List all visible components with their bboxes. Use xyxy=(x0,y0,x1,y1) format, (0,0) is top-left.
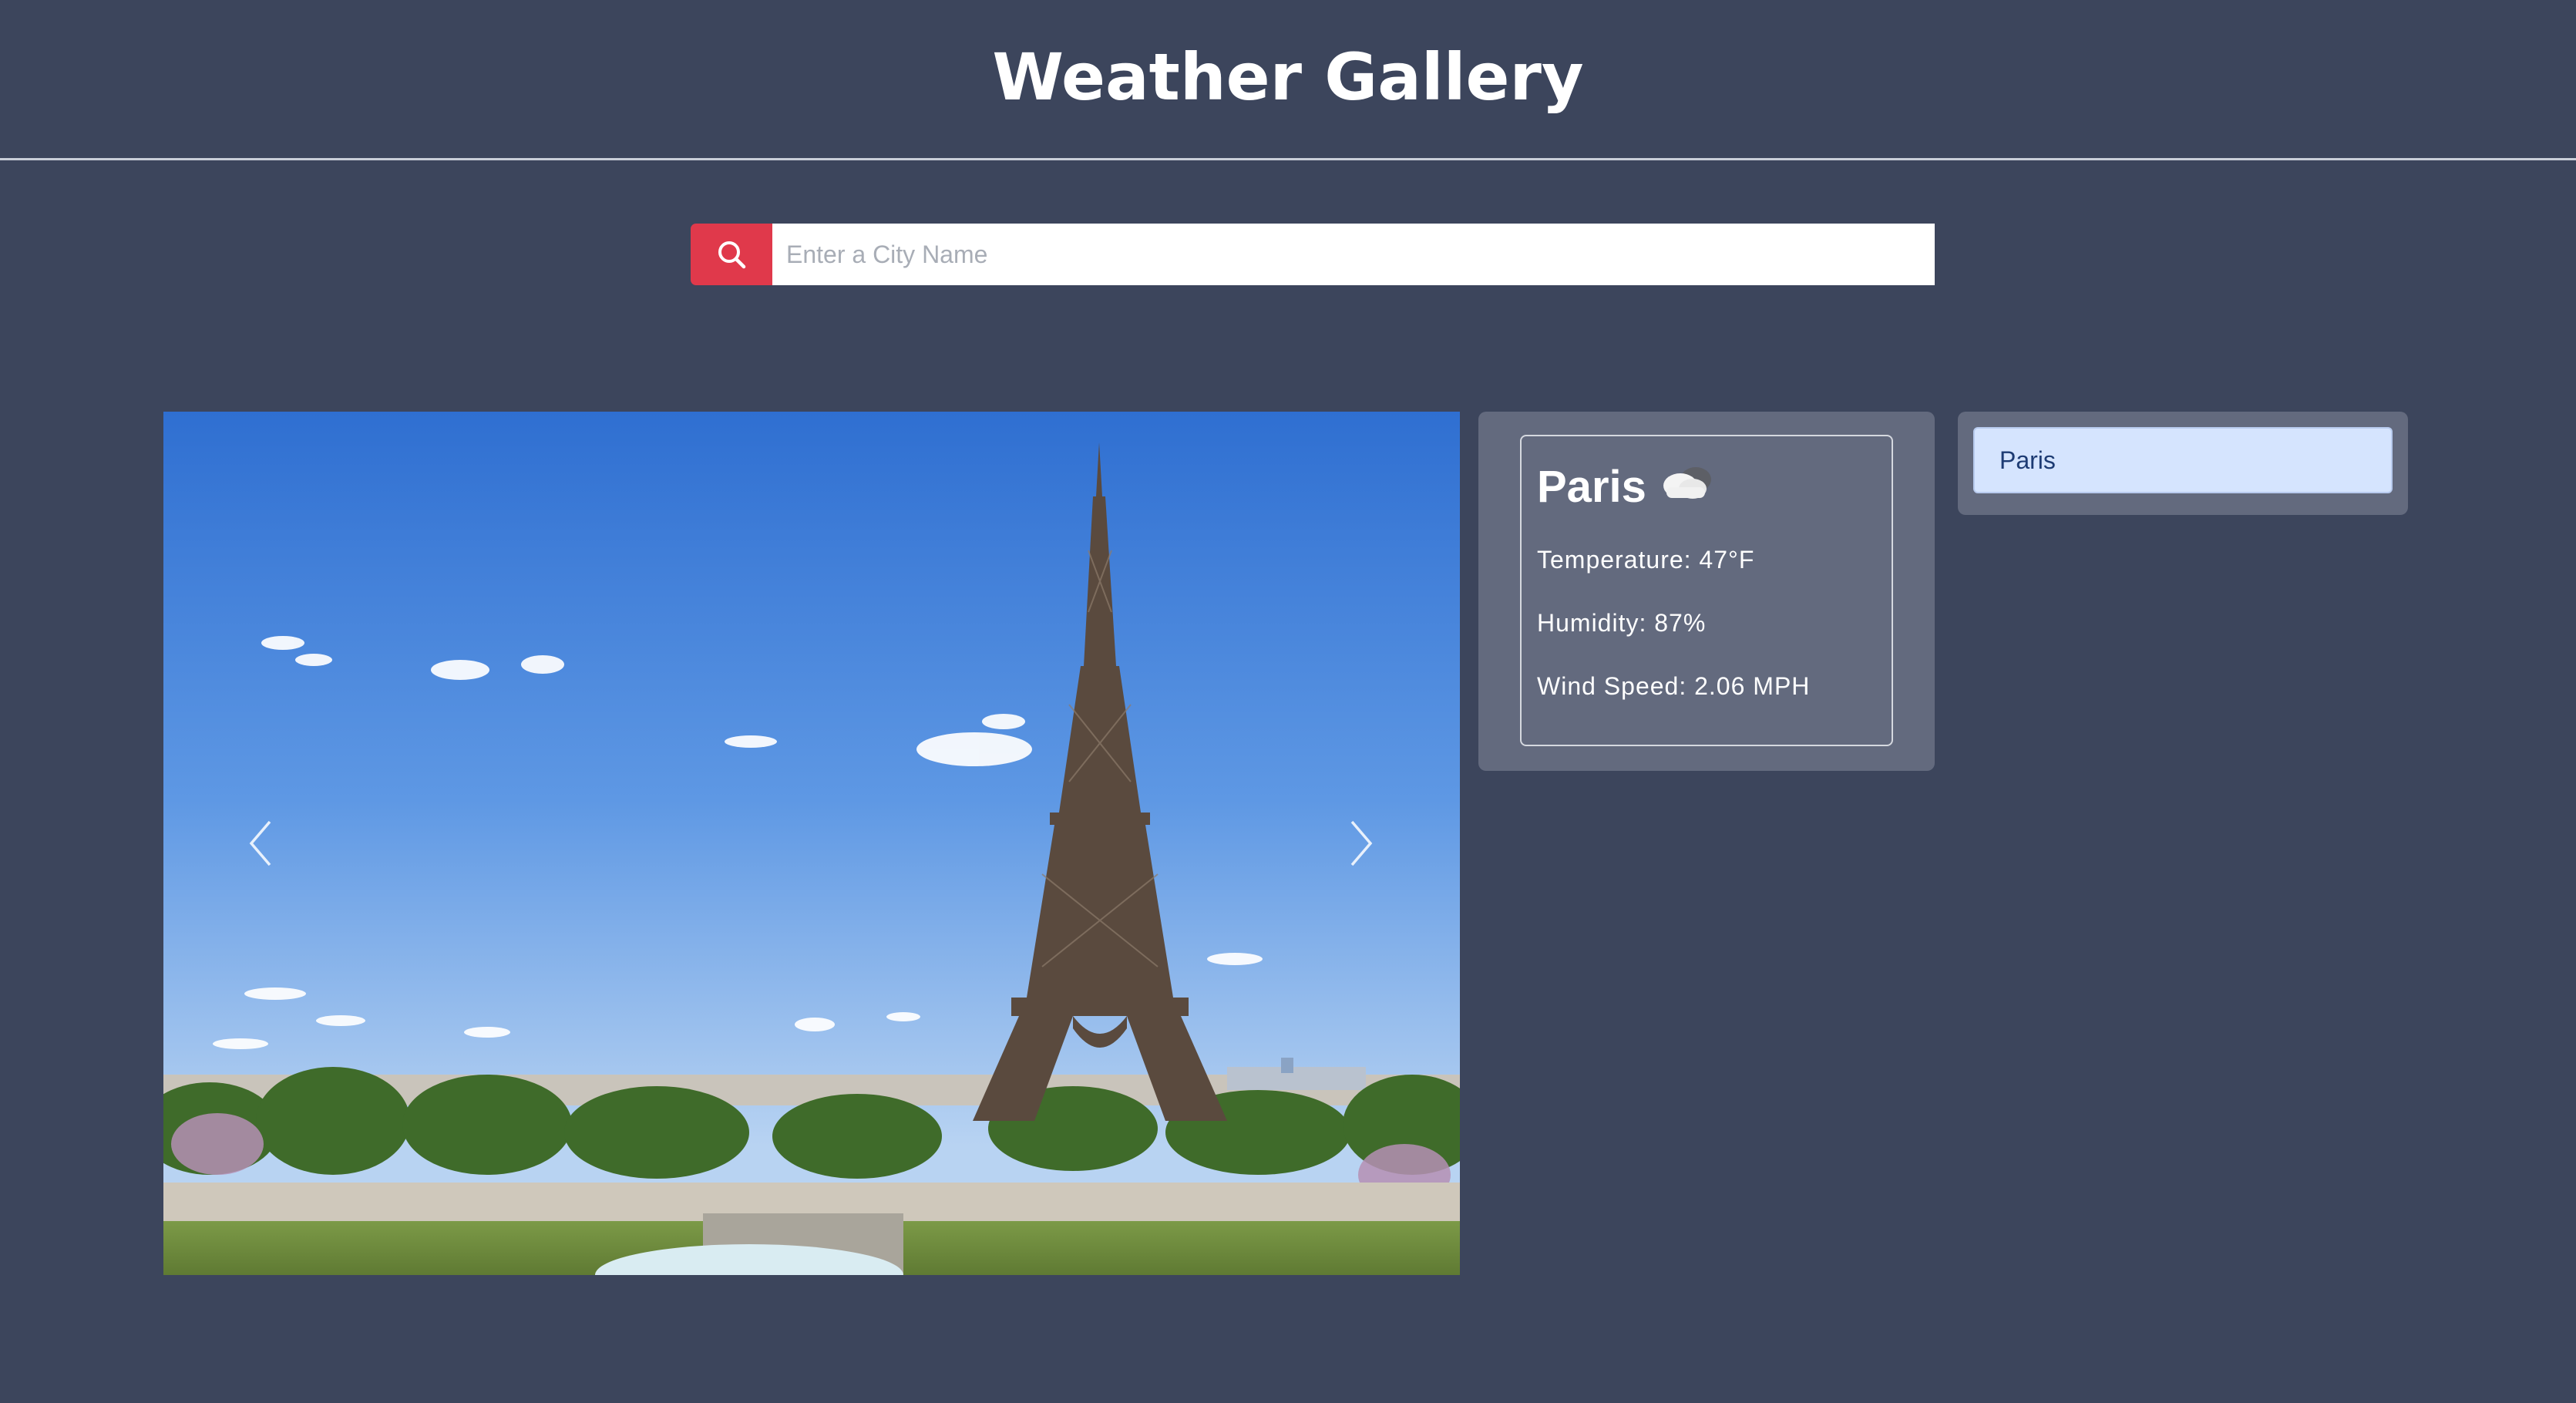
search-button[interactable] xyxy=(691,224,772,285)
humidity-text: Humidity: 87% xyxy=(1537,609,1707,637)
carousel-next-button[interactable] xyxy=(1330,797,1392,890)
temperature-text: Temperature: 47°F xyxy=(1537,546,1755,574)
weather-card: Paris Temperature: 47°F Humidity: 87% Wi… xyxy=(1520,435,1893,746)
page-title: Weather Gallery xyxy=(992,39,1584,115)
wind-speed-text: Wind Speed: 2.06 MPH xyxy=(1537,672,1811,700)
app-header: Weather Gallery xyxy=(0,0,2576,160)
history-item-paris[interactable]: Paris xyxy=(1973,427,2393,493)
image-carousel xyxy=(163,412,1460,1275)
city-name: Paris xyxy=(1537,461,1646,512)
weather-panel: Paris Temperature: 47°F Humidity: 87% Wi… xyxy=(1478,412,1935,771)
chevron-right-icon xyxy=(1350,820,1373,866)
city-heading: Paris xyxy=(1537,459,1716,514)
search-icon xyxy=(718,241,746,269)
chevron-left-icon xyxy=(249,820,271,866)
cloud-icon xyxy=(1657,459,1716,514)
carousel-prev-button[interactable] xyxy=(230,797,291,890)
search-history-panel: Paris xyxy=(1958,412,2408,515)
search-bar xyxy=(691,224,1935,285)
search-input[interactable] xyxy=(772,224,1935,285)
city-photo xyxy=(163,412,1460,1275)
